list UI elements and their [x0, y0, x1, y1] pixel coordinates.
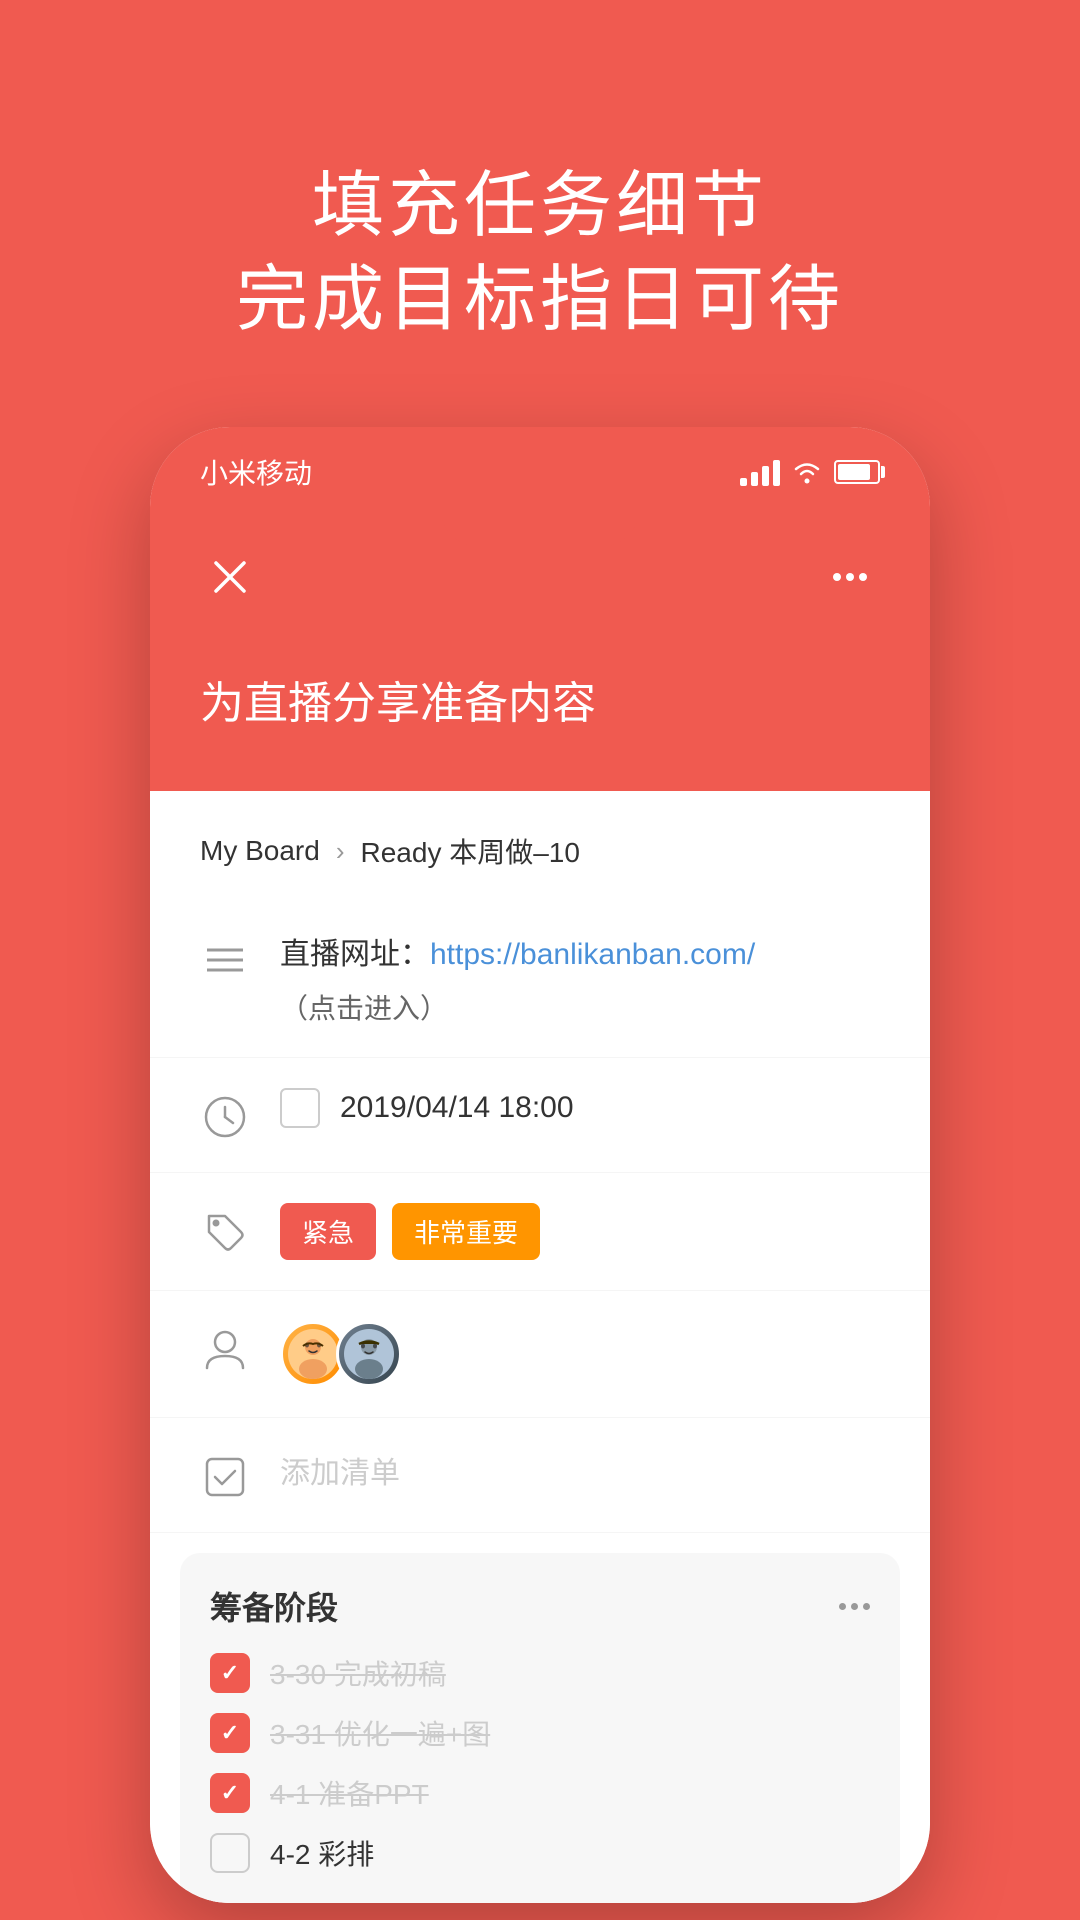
- description-link[interactable]: https://banlikanban.com/: [430, 938, 755, 971]
- card-body: My Board › Ready 本周做–10 直播网址：https://ban…: [150, 791, 930, 1903]
- battery-icon: [834, 460, 880, 484]
- description-content: 直播网址：https://banlikanban.com/ （点击进入）: [280, 931, 880, 1027]
- checkbox-2[interactable]: ✓: [210, 1713, 250, 1753]
- tags-row: 紧急 非常重要: [150, 1173, 930, 1291]
- menu-icon: [200, 935, 250, 985]
- tag-important[interactable]: 非常重要: [392, 1203, 540, 1260]
- checklist-items: ✓ 3-30 完成初稿 ✓ 3-31 优化一遍+图 ✓ 4-1 准备PPT: [210, 1653, 870, 1873]
- check-icon-2: ✓: [221, 1720, 239, 1746]
- description-prefix: 直播网址：: [280, 938, 430, 971]
- person-icon: [200, 1325, 250, 1375]
- description-link-sub: （点击进入）: [280, 987, 880, 1027]
- datetime-content: 2019/04/14 18:00: [280, 1088, 880, 1128]
- datetime-text: 2019/04/14 18:00: [340, 1091, 574, 1125]
- check-icon-3: ✓: [221, 1780, 239, 1806]
- checklist-section: 筹备阶段 ✓ 3-30 完成初稿 ✓: [180, 1553, 900, 1903]
- task-title: 为直播分享准备内容: [200, 667, 880, 731]
- datetime-checkbox[interactable]: [280, 1088, 320, 1128]
- checklist-text-1: 3-30 完成初稿: [270, 1653, 446, 1693]
- checkbox-4[interactable]: [210, 1833, 250, 1873]
- tag-icon: [200, 1207, 250, 1257]
- members-content: [280, 1321, 880, 1387]
- checkbox-3[interactable]: ✓: [210, 1773, 250, 1813]
- checklist-icon: [200, 1452, 250, 1502]
- breadcrumb-column[interactable]: Ready 本周做–10: [361, 831, 580, 871]
- checklist-more-button[interactable]: [839, 1603, 870, 1610]
- checklist-item-1: ✓ 3-30 完成初稿: [210, 1653, 870, 1693]
- tags-container: 紧急 非常重要: [280, 1203, 880, 1260]
- checklist-header: 筹备阶段: [210, 1583, 870, 1629]
- hero-line2: 完成目标指日可待: [236, 260, 844, 340]
- tag-urgent[interactable]: 紧急: [280, 1203, 376, 1260]
- checklist-text-3: 4-1 准备PPT: [270, 1773, 429, 1813]
- more-button[interactable]: [820, 547, 880, 607]
- status-bar: 小米移动: [150, 427, 930, 517]
- task-title-area: 为直播分享准备内容: [150, 657, 930, 791]
- datetime-value-row: 2019/04/14 18:00: [280, 1088, 880, 1128]
- wifi-icon: [792, 460, 822, 484]
- clock-icon: [200, 1092, 250, 1142]
- phone-mockup: 小米移动: [150, 427, 930, 1903]
- add-checklist-label[interactable]: 添加清单: [280, 1448, 880, 1492]
- breadcrumb-board[interactable]: My Board: [200, 835, 320, 867]
- checklist-text-2: 3-31 优化一遍+图: [270, 1713, 490, 1753]
- checklist-text-4: 4-2 彩排: [270, 1833, 374, 1873]
- signal-icon: [740, 458, 780, 486]
- description-text: 直播网址：https://banlikanban.com/: [280, 931, 880, 979]
- members-row: [150, 1291, 930, 1418]
- close-icon: [212, 559, 248, 595]
- breadcrumb: My Board › Ready 本周做–10: [150, 831, 930, 901]
- checklist-title: 筹备阶段: [210, 1583, 338, 1629]
- add-checklist-row[interactable]: 添加清单: [150, 1418, 930, 1533]
- description-row: 直播网址：https://banlikanban.com/ （点击进入）: [150, 901, 930, 1058]
- datetime-row: 2019/04/14 18:00: [150, 1058, 930, 1173]
- hero-line1: 填充任务细节: [312, 166, 768, 246]
- checklist-item-2: ✓ 3-31 优化一遍+图: [210, 1713, 870, 1753]
- close-button[interactable]: [200, 547, 260, 607]
- checklist-item-4: 4-2 彩排: [210, 1833, 870, 1873]
- add-checklist-content: 添加清单: [280, 1448, 880, 1492]
- hero-section: 填充任务细节 完成目标指日可待: [176, 0, 904, 427]
- breadcrumb-separator: ›: [336, 836, 345, 867]
- avatar-2[interactable]: [336, 1321, 402, 1387]
- members-container: [280, 1321, 880, 1387]
- checkbox-1[interactable]: ✓: [210, 1653, 250, 1693]
- status-icons: [740, 458, 880, 486]
- check-icon-1: ✓: [221, 1660, 239, 1686]
- tags-content: 紧急 非常重要: [280, 1203, 880, 1260]
- checklist-item-3: ✓ 4-1 准备PPT: [210, 1773, 870, 1813]
- carrier-label: 小米移动: [200, 452, 312, 492]
